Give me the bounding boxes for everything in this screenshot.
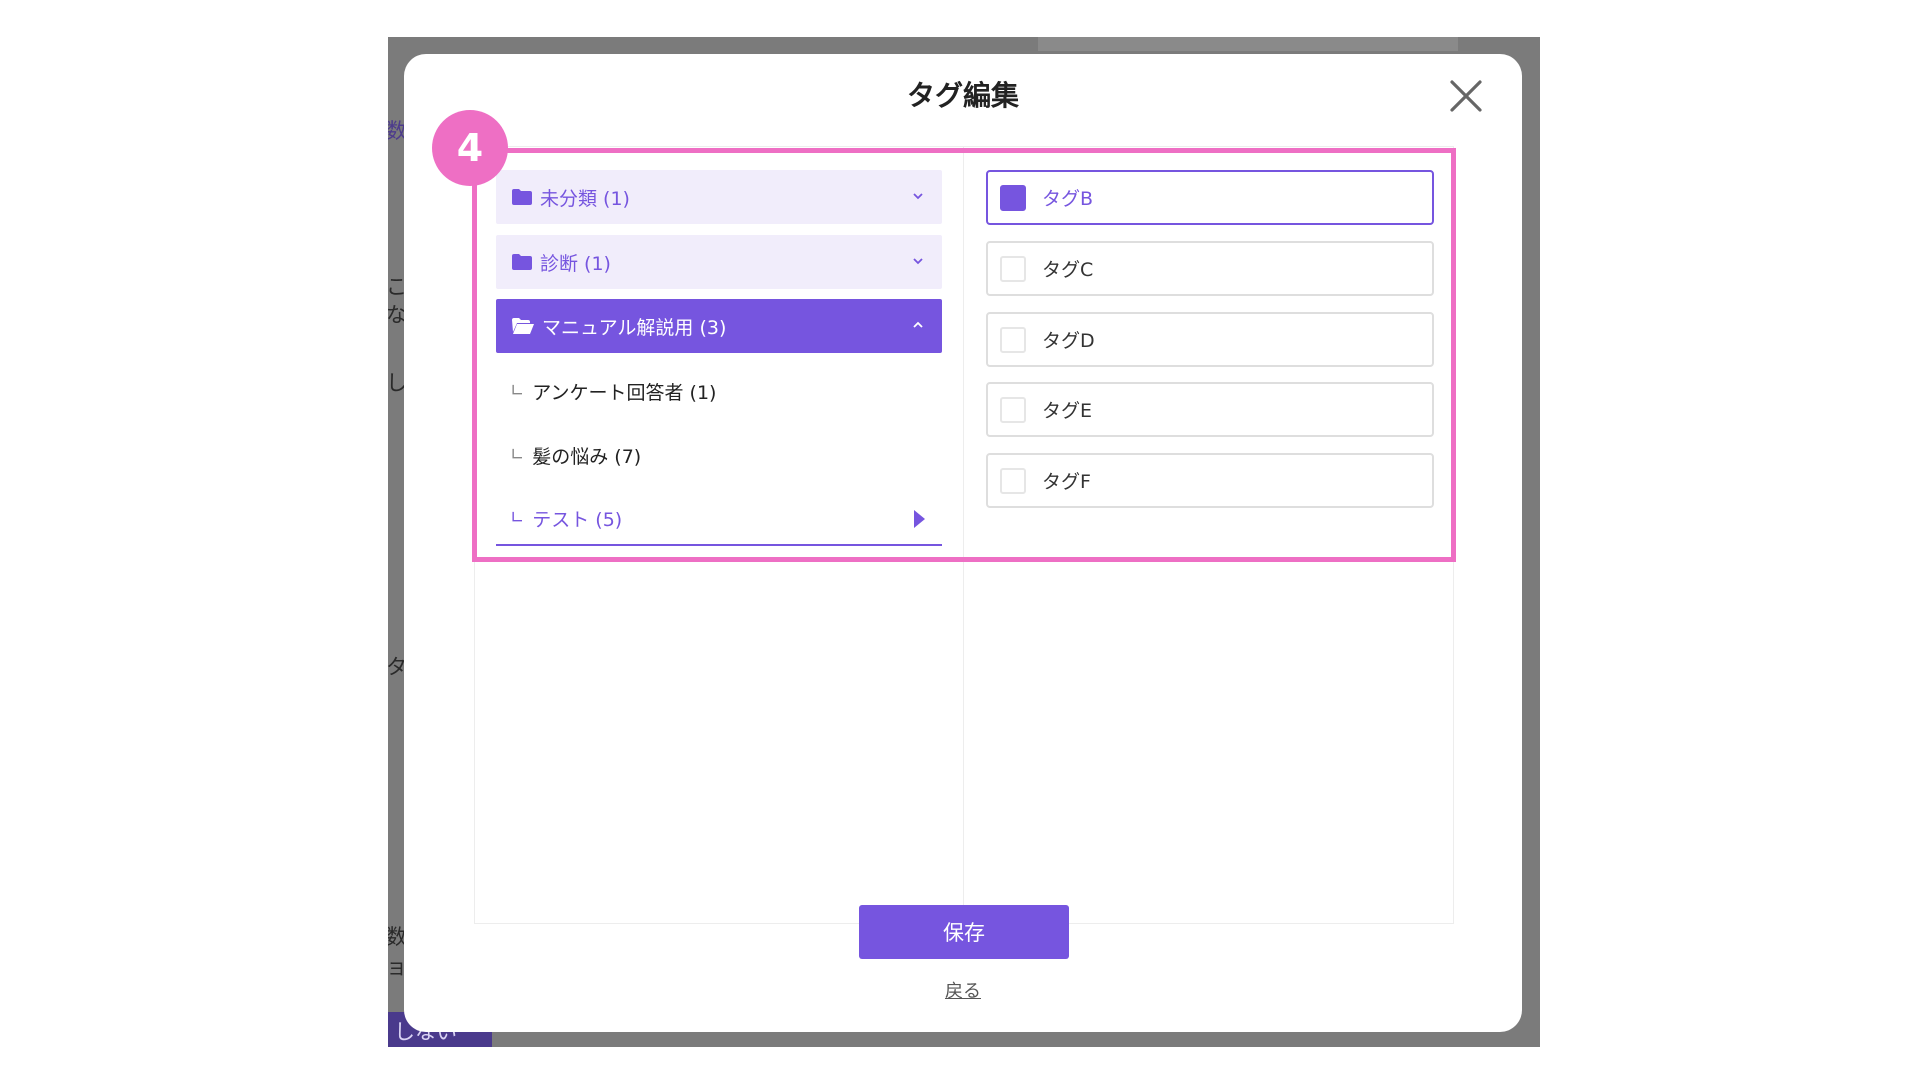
background-input	[1038, 37, 1458, 51]
folder-icon	[512, 254, 532, 270]
tag-checkbox-d[interactable]: タグD	[986, 312, 1434, 367]
subfolder-item-hair[interactable]: ∟ 髪の悩み (7)	[496, 428, 942, 482]
save-button[interactable]: 保存	[859, 905, 1069, 959]
tag-label: タグB	[1042, 188, 1094, 210]
folder-icon	[512, 189, 532, 205]
checkbox[interactable]	[1000, 326, 1026, 353]
tag-checkbox-c[interactable]: タグC	[986, 241, 1434, 296]
tag-label: タグD	[1042, 330, 1095, 352]
tag-label: タグC	[1042, 259, 1094, 281]
chevron-down-icon	[913, 258, 923, 265]
tree-branch-icon: ∟	[510, 381, 525, 401]
tag-label: タグF	[1042, 471, 1091, 493]
panel-divider	[963, 147, 964, 923]
folder-label: 診断 (1)	[540, 252, 611, 275]
checkbox[interactable]	[1000, 467, 1026, 494]
modal-title: タグ編集	[906, 79, 1019, 112]
checkbox[interactable]	[1000, 255, 1026, 282]
tag-checkbox-e[interactable]: タグE	[986, 382, 1434, 437]
subfolder-label: アンケート回答者 (1)	[532, 381, 717, 404]
tree-branch-icon: ∟	[510, 445, 525, 465]
folder-label: 未分類 (1)	[540, 187, 630, 210]
tag-edit-modal: タグ編集 未分類 (1) 診断 (1) マニュアル解説用 (3) ∟ アンケート…	[404, 54, 1522, 1032]
subfolder-label: テスト (5)	[532, 508, 623, 531]
back-link[interactable]: 戻る	[404, 977, 1522, 1003]
checkbox[interactable]	[1000, 396, 1026, 423]
folder-item-manual[interactable]: マニュアル解説用 (3)	[496, 299, 942, 353]
close-icon[interactable]	[1446, 76, 1486, 116]
tag-label: タグE	[1042, 400, 1093, 422]
step-number-badge: 4	[432, 110, 508, 186]
subfolder-item-test[interactable]: ∟ テスト (5)	[496, 492, 942, 546]
subfolder-label: 髪の悩み (7)	[532, 445, 642, 468]
folder-item-diagnosis[interactable]: 診断 (1)	[496, 235, 942, 289]
folder-item-uncategorized[interactable]: 未分類 (1)	[496, 170, 942, 224]
tag-checkbox-b[interactable]: タグB	[986, 170, 1434, 225]
caret-right-icon	[914, 510, 925, 528]
tree-branch-icon: ∟	[510, 508, 525, 528]
tag-checkbox-f[interactable]: タグF	[986, 453, 1434, 508]
checkbox[interactable]	[1000, 184, 1026, 211]
folder-label: マニュアル解説用 (3)	[542, 316, 727, 339]
chevron-up-icon	[913, 321, 923, 328]
chevron-down-icon	[913, 193, 923, 200]
subfolder-item-survey[interactable]: ∟ アンケート回答者 (1)	[496, 364, 942, 418]
folder-open-icon	[512, 318, 534, 334]
